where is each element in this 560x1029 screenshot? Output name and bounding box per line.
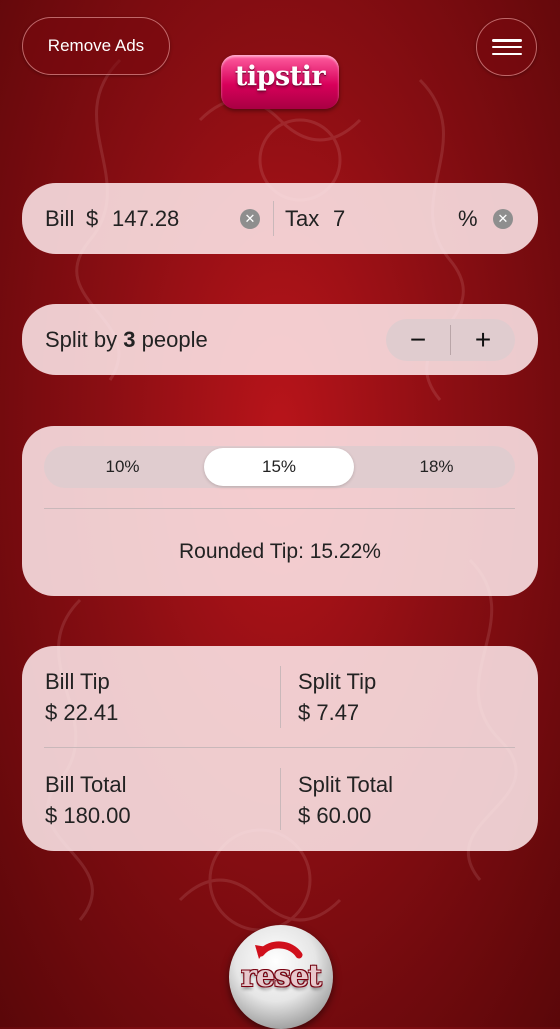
split-count: 3 [123,327,136,352]
reset-label: reset [241,959,322,994]
menu-button[interactable] [476,18,537,76]
bill-total-label: Bill Total [45,772,127,797]
decrement-button[interactable]: − [386,319,450,361]
clear-bill-icon[interactable]: ✕ [240,209,260,229]
people-stepper[interactable]: − + [386,319,515,361]
tax-label: Tax [285,206,320,231]
tax-percent-unit: % [458,206,478,231]
split-tip-value: $ 7.47 [298,700,360,725]
remove-ads-button[interactable]: Remove Ads [22,17,170,75]
split-tip-label: Split Tip [298,669,377,694]
bill-total-value: $ 180.00 [45,803,131,828]
logo-text: tipstir [234,61,326,92]
totals-card: Bill Tip $ 22.41 Split Tip $ 7.47 Bill T… [22,646,538,851]
tip-divider [44,508,515,509]
split-total-label: Split Total [298,772,393,797]
tip-percent-selector[interactable]: 10% 15% 18% [44,446,515,488]
field-divider [273,201,274,236]
totals-divider-top [280,666,281,728]
tipstir-logo: tipstir [221,55,339,109]
rounded-tip-text: Rounded Tip: 15.22% [179,540,381,563]
bill-tip-value: $ 22.41 [45,700,119,725]
split-label: Split by 3 people [45,327,208,353]
increment-button[interactable]: + [451,319,515,361]
bill-label: Bill [45,206,75,231]
clear-tax-icon[interactable]: ✕ [493,209,513,229]
tip-option-15[interactable]: 15% [204,448,354,486]
bill-tax-card: Bill $ 147.28 ✕ Tax 7 % ✕ [22,183,538,254]
bill-tip-label: Bill Tip [45,669,110,694]
tip-option-18[interactable]: 18% [358,446,515,488]
bill-currency: $ [86,206,99,231]
tax-input[interactable]: 7 [333,206,345,232]
split-card: Split by 3 people − + [22,304,538,375]
remove-ads-label: Remove Ads [47,36,145,55]
tip-option-10[interactable]: 10% [44,446,201,488]
split-prefix: Split by [45,327,118,352]
reset-button[interactable]: reset [229,925,333,1029]
split-suffix: people [141,327,208,352]
totals-divider-bottom [280,768,281,830]
bill-amount-input[interactable]: 147.28 [112,206,179,232]
tip-card: 10% 15% 18% Rounded Tip: 15.22% [22,426,538,596]
split-total-value: $ 60.00 [298,803,372,828]
hamburger-icon [491,39,522,55]
totals-hdivider [44,747,515,748]
